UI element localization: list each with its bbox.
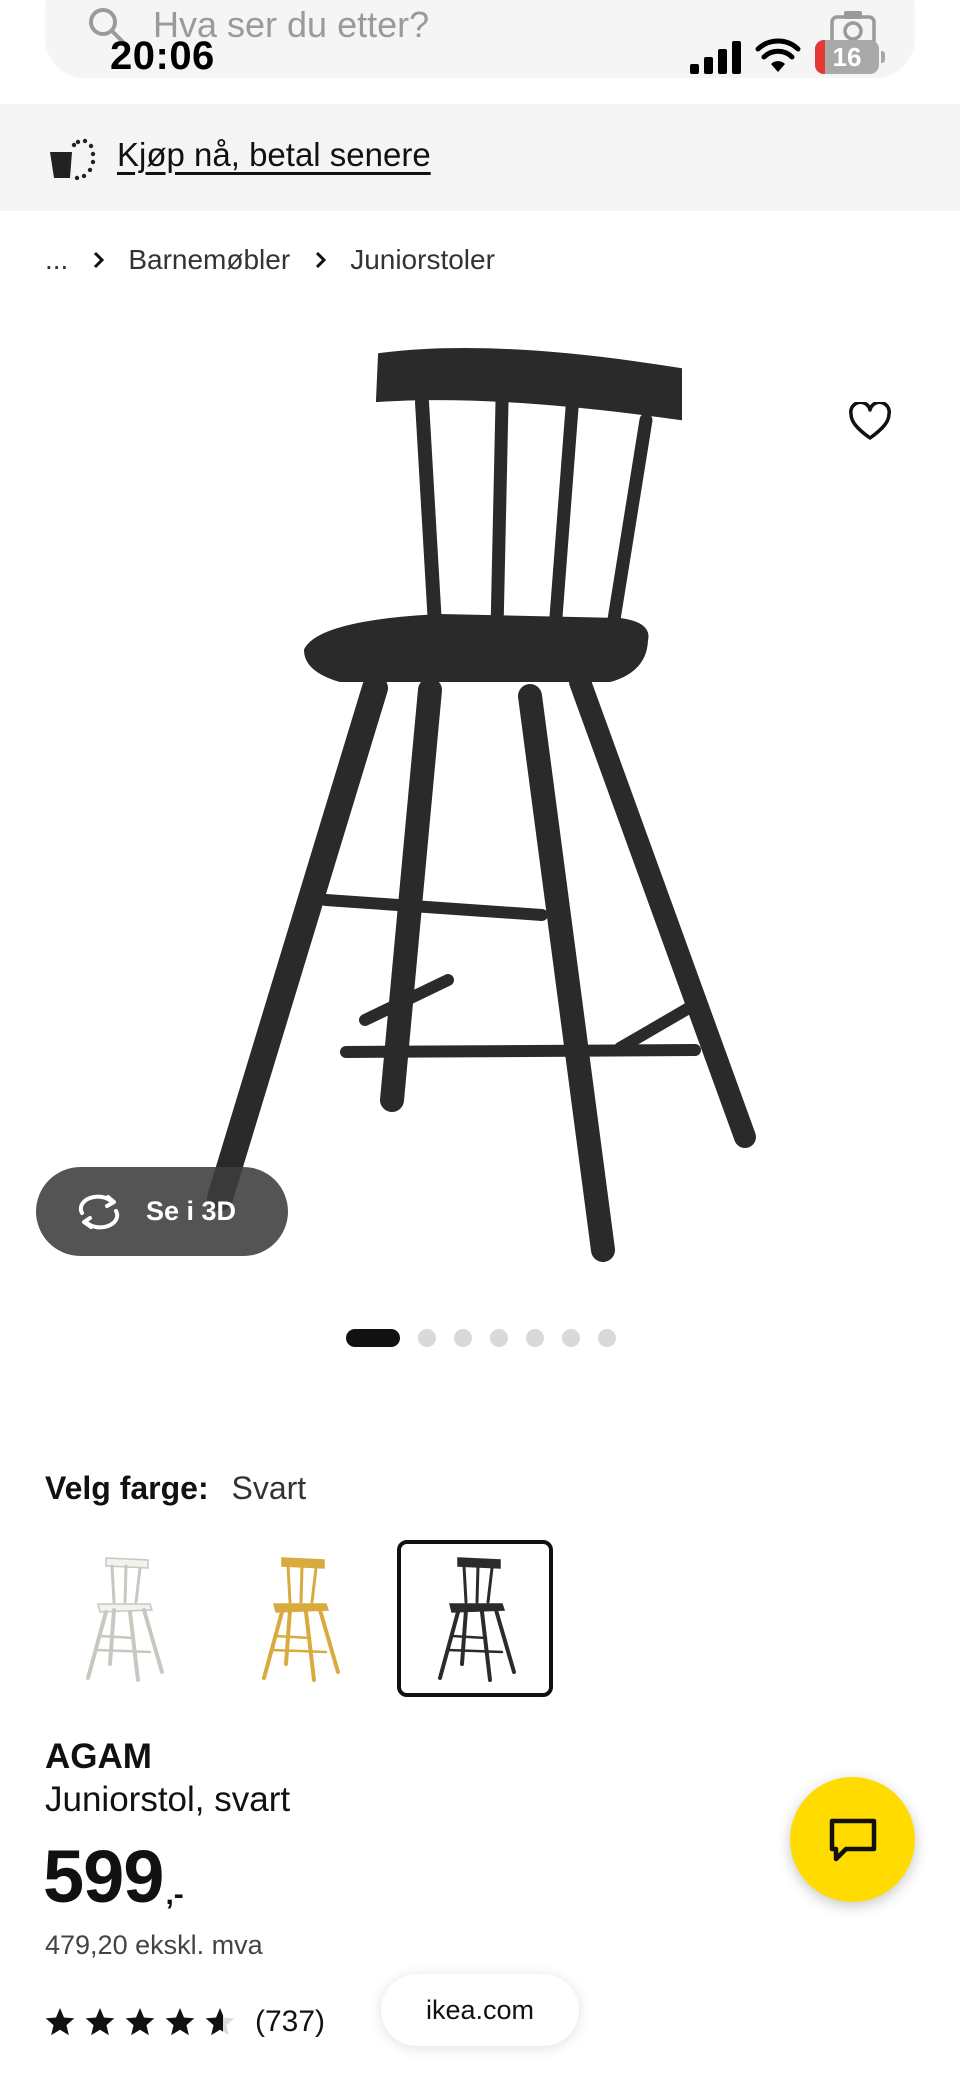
- chat-icon: [829, 1818, 876, 1861]
- gallery-dot[interactable]: [346, 1329, 400, 1347]
- breadcrumb-item-juniorstoler[interactable]: Juniorstoler: [350, 244, 495, 276]
- product-name[interactable]: AGAM: [45, 1737, 152, 1777]
- battery-indicator: 16: [815, 40, 885, 74]
- buy-now-pay-later-link[interactable]: Kjøp nå, betal senere: [117, 136, 431, 174]
- product-price: 599 ,-: [43, 1834, 184, 1920]
- product-image[interactable]: [190, 340, 790, 1280]
- rating-star-fill: [45, 2008, 75, 2036]
- color-swatch[interactable]: [221, 1540, 377, 1697]
- gallery-dot[interactable]: [526, 1329, 544, 1347]
- breadcrumb-ellipsis[interactable]: ...: [45, 244, 68, 276]
- gallery-dot[interactable]: [598, 1329, 616, 1347]
- gallery-dot[interactable]: [418, 1329, 436, 1347]
- rating-stars-icon: [45, 2008, 235, 2036]
- chair-thumbnail-icon: [438, 1556, 516, 1682]
- price-value: 599: [43, 1835, 164, 1918]
- product-description: Juniorstol, svart: [45, 1780, 291, 1819]
- chevron-right-icon: [94, 251, 105, 269]
- status-time: 20:06: [110, 34, 215, 78]
- shopping-bag-icon: [50, 138, 96, 180]
- site-url-pill[interactable]: ikea.com: [381, 1974, 579, 2046]
- color-swatch[interactable]: [45, 1540, 201, 1697]
- color-selector-heading: Velg farge: Svart: [45, 1470, 306, 1507]
- gallery-dot[interactable]: [562, 1329, 580, 1347]
- chevron-right-icon: [316, 251, 327, 269]
- price-suffix: ,-: [165, 1878, 184, 1911]
- view-in-3d-label: Se i 3D: [146, 1196, 237, 1226]
- selected-color: Svart: [231, 1470, 307, 1506]
- heart-icon: [849, 402, 891, 440]
- wifi-icon: [755, 38, 801, 72]
- rating-count[interactable]: (737): [255, 2005, 325, 2039]
- rotate-3d-icon: [78, 1194, 120, 1229]
- breadcrumb-item-barnemobler[interactable]: Barnemøbler: [128, 244, 290, 276]
- color-swatches: [45, 1540, 573, 1697]
- chat-button[interactable]: [790, 1777, 915, 1902]
- rating-star-fill: [125, 2008, 155, 2036]
- color-swatch[interactable]: [397, 1540, 553, 1697]
- chair-thumbnail-icon: [86, 1556, 164, 1682]
- color-label: Velg farge:: [45, 1470, 209, 1506]
- product-rating[interactable]: (737): [45, 2005, 325, 2039]
- cellular-signal-icon: [690, 41, 741, 74]
- price-excluding-vat: 479,20 ekskl. mva: [45, 1930, 263, 1960]
- view-in-3d-button[interactable]: Se i 3D: [36, 1167, 288, 1256]
- rating-star-fill: [165, 2008, 195, 2036]
- breadcrumb: ... Barnemøbler Juniorstoler: [45, 240, 495, 280]
- gallery-dot[interactable]: [454, 1329, 472, 1347]
- favorite-button[interactable]: [838, 392, 902, 452]
- gallery-pagination[interactable]: [346, 1329, 634, 1347]
- payment-banner: Kjøp nå, betal senere: [0, 104, 960, 211]
- rating-star-fill: [85, 2008, 115, 2036]
- chair-thumbnail-icon: [262, 1556, 340, 1682]
- gallery-dot[interactable]: [490, 1329, 508, 1347]
- battery-level: 16: [832, 42, 862, 72]
